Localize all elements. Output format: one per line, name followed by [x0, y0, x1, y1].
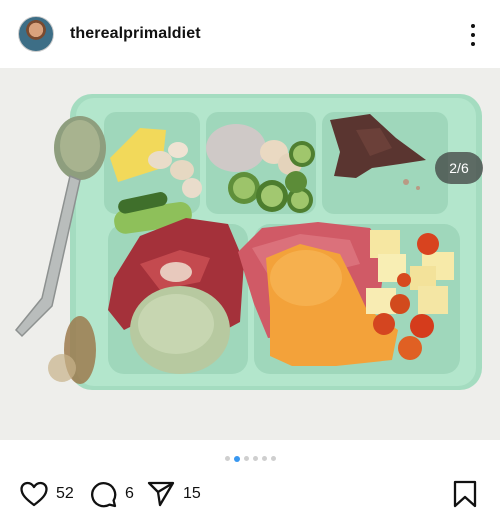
comment-button[interactable]: 6	[89, 478, 134, 510]
carousel-dots	[0, 455, 500, 464]
post-actions-bar: 52 6 15	[0, 478, 500, 510]
heart-icon	[20, 481, 48, 507]
more-options-button[interactable]	[462, 22, 484, 48]
bookmark-icon	[453, 480, 477, 508]
like-button[interactable]: 52	[20, 478, 74, 510]
carousel-dot	[270, 456, 276, 461]
comment-count: 6	[125, 485, 134, 502]
food-tray-image	[0, 68, 500, 440]
carousel-dot	[224, 456, 230, 461]
post-header: therealprimaldiet	[0, 0, 500, 68]
more-vertical-icon	[471, 24, 475, 28]
carousel-dot	[243, 456, 249, 461]
carousel-dot	[252, 456, 258, 461]
like-count: 52	[56, 485, 74, 502]
save-button[interactable]	[453, 478, 477, 510]
share-count: 15	[183, 485, 201, 502]
post-photo[interactable]: 2/6	[0, 68, 500, 440]
comment-bubble-icon	[91, 482, 117, 508]
paper-plane-icon	[147, 481, 175, 507]
avatar[interactable]	[18, 16, 54, 52]
carousel-dot-active	[233, 455, 240, 462]
share-button[interactable]: 15	[147, 478, 201, 510]
carousel-dot	[261, 456, 267, 461]
image-counter-badge: 2/6	[435, 152, 483, 184]
username[interactable]: therealprimaldiet	[70, 25, 201, 43]
